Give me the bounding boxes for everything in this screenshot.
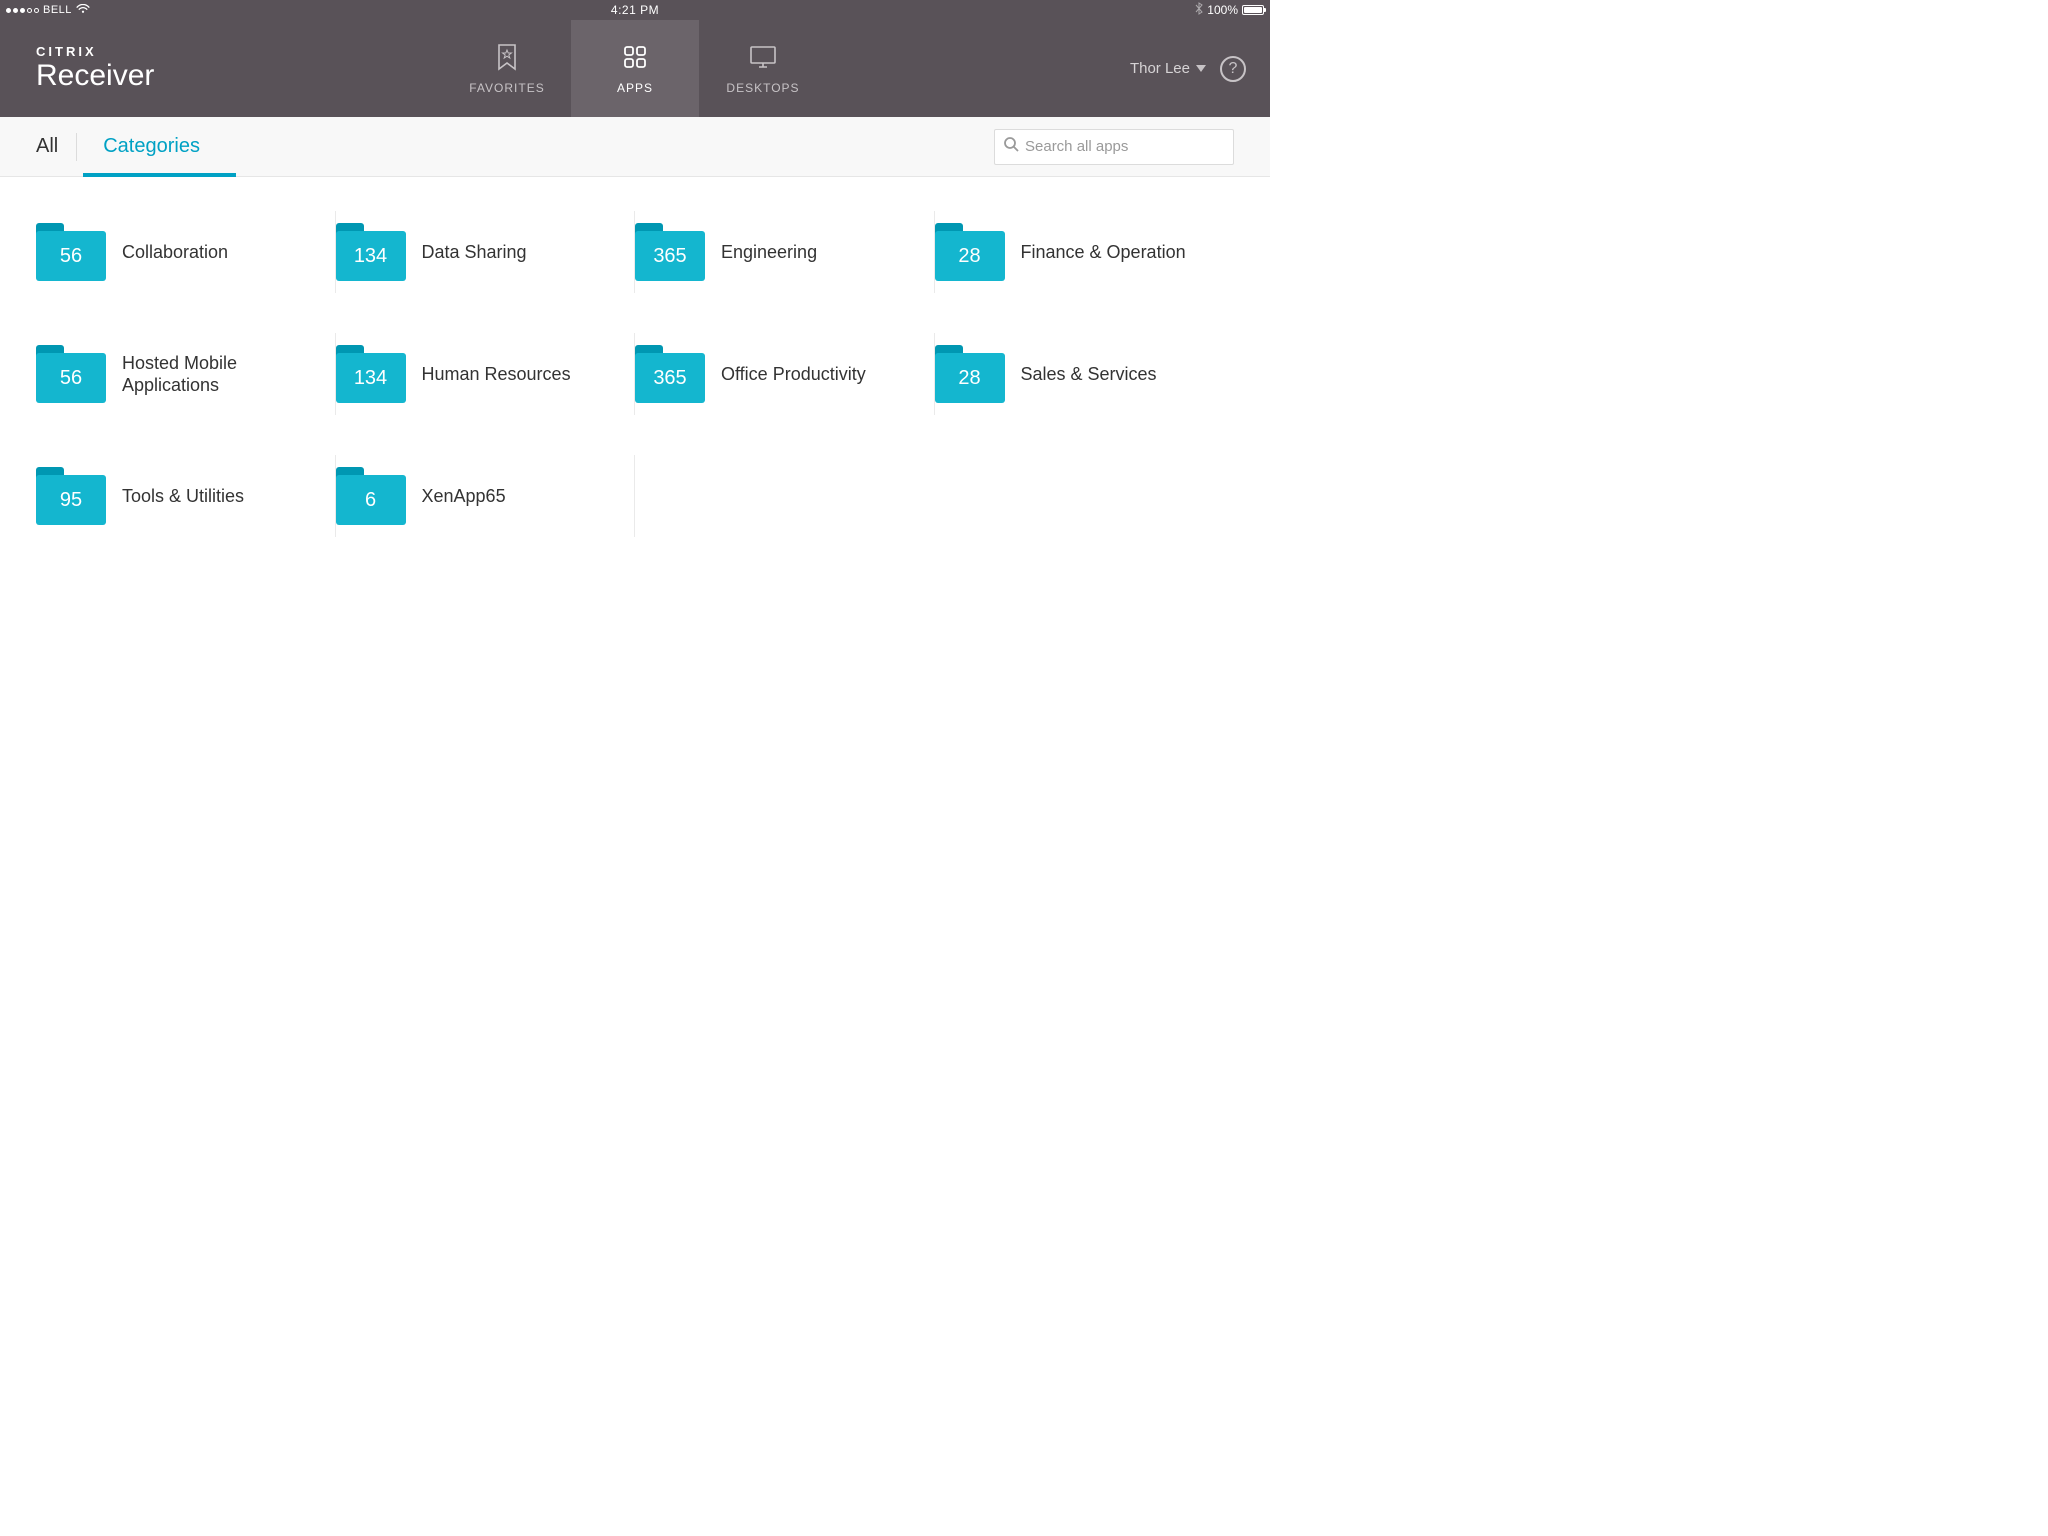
search-input[interactable] [1025, 138, 1225, 155]
tab-desktops[interactable]: DESKTOPS [699, 20, 827, 117]
chevron-down-icon [1196, 60, 1206, 77]
tab-label: APPS [617, 81, 653, 95]
folder-icon: 365 [635, 345, 705, 403]
category-label: Data Sharing [422, 241, 527, 264]
category-item[interactable]: 365 Engineering [635, 219, 935, 285]
brand-line1: CITRIX [36, 44, 154, 59]
bluetooth-icon [1195, 2, 1203, 18]
search-icon [1003, 136, 1019, 157]
folder-icon: 6 [336, 467, 406, 525]
bookmark-star-icon [495, 43, 519, 71]
subtab-categories[interactable]: Categories [83, 117, 224, 176]
status-left: BELL [6, 3, 90, 17]
header-right: Thor Lee ? [1130, 20, 1270, 117]
app-header: CITRIX Receiver FAVORITES APPS [0, 20, 1270, 117]
clock: 4:21 PM [611, 3, 659, 17]
category-label: Collaboration [122, 241, 228, 264]
ios-status-bar: BELL 4:21 PM 100% [0, 0, 1270, 20]
user-menu[interactable]: Thor Lee [1130, 60, 1206, 77]
folder-icon: 56 [36, 345, 106, 403]
category-count: 28 [935, 231, 1005, 281]
status-right: 100% [1195, 2, 1264, 18]
category-count: 134 [336, 353, 406, 403]
carrier-label: BELL [43, 4, 72, 16]
folder-icon: 134 [336, 345, 406, 403]
search-box[interactable] [994, 129, 1234, 165]
question-icon: ? [1229, 60, 1238, 78]
category-item[interactable]: 134 Human Resources [336, 341, 636, 407]
folder-icon: 134 [336, 223, 406, 281]
folder-icon: 365 [635, 223, 705, 281]
category-count: 365 [635, 231, 705, 281]
wifi-icon [76, 3, 90, 17]
tab-apps[interactable]: APPS [571, 20, 699, 117]
category-item[interactable]: 56 Hosted Mobile Applications [36, 341, 336, 407]
apps-grid-icon [622, 43, 648, 71]
category-count: 365 [635, 353, 705, 403]
category-item[interactable]: 6 XenApp65 [336, 463, 636, 529]
help-button[interactable]: ? [1220, 56, 1246, 82]
category-label: Tools & Utilities [122, 485, 244, 508]
brand: CITRIX Receiver [0, 20, 154, 117]
folder-icon: 28 [935, 345, 1005, 403]
category-count: 6 [336, 475, 406, 525]
category-item[interactable]: 95 Tools & Utilities [36, 463, 336, 529]
subtab-all[interactable]: All [36, 117, 76, 176]
category-item[interactable]: 28 Finance & Operation [935, 219, 1235, 285]
category-count: 28 [935, 353, 1005, 403]
category-label: Human Resources [422, 363, 571, 386]
category-item[interactable]: 56 Collaboration [36, 219, 336, 285]
category-item[interactable]: 28 Sales & Services [935, 341, 1235, 407]
brand-line2: Receiver [36, 59, 154, 93]
tab-favorites[interactable]: FAVORITES [443, 20, 571, 117]
category-count: 56 [36, 353, 106, 403]
header-tabs: FAVORITES APPS DESKTOPS [443, 20, 827, 117]
category-count: 134 [336, 231, 406, 281]
category-count: 56 [36, 231, 106, 281]
category-grid: 56 Collaboration 134 Data Sharing 365 En… [0, 177, 1270, 571]
folder-icon: 56 [36, 223, 106, 281]
folder-icon: 28 [935, 223, 1005, 281]
tab-label: DESKTOPS [726, 81, 799, 95]
category-count: 95 [36, 475, 106, 525]
category-item[interactable]: 365 Office Productivity [635, 341, 935, 407]
monitor-icon [748, 43, 778, 71]
user-name: Thor Lee [1130, 60, 1190, 77]
category-label: Finance & Operation [1021, 241, 1186, 264]
signal-dots-icon [6, 8, 39, 13]
category-label: Sales & Services [1021, 363, 1157, 386]
tab-label: FAVORITES [469, 81, 544, 95]
category-label: XenApp65 [422, 485, 506, 508]
category-label: Engineering [721, 241, 817, 264]
battery-percentage: 100% [1207, 3, 1238, 17]
battery-icon [1242, 5, 1264, 15]
folder-icon: 95 [36, 467, 106, 525]
sub-nav: All Categories [0, 117, 1270, 177]
category-label: Hosted Mobile Applications [122, 352, 302, 397]
category-item[interactable]: 134 Data Sharing [336, 219, 636, 285]
category-label: Office Productivity [721, 363, 866, 386]
subtab-separator [76, 133, 77, 161]
